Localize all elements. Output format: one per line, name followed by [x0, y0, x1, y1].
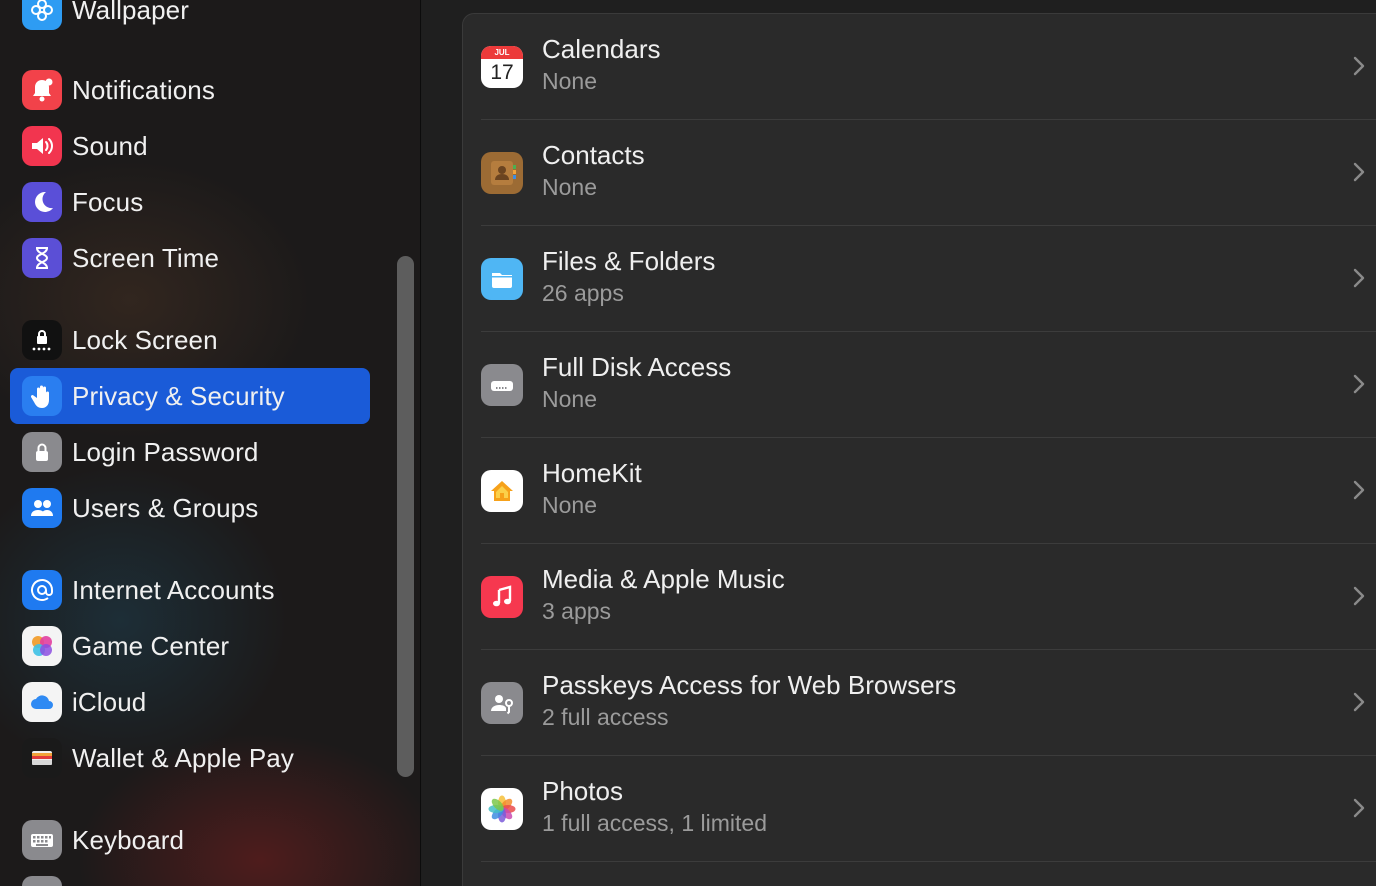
- sidebar-item-label: Game Center: [72, 630, 230, 661]
- sidebar-item-notifications[interactable]: Notifications: [10, 62, 370, 118]
- sidebar-item-label: Sound: [72, 130, 148, 161]
- chevron-right-icon: [1353, 480, 1365, 500]
- chevron-right-icon: [1353, 692, 1365, 712]
- row-title: Media & Apple Music: [542, 564, 785, 594]
- row-title: Calendars: [542, 34, 661, 64]
- sidebar-scrollbar[interactable]: [397, 256, 414, 777]
- sidebar-item-game-center[interactable]: Game Center: [10, 618, 370, 674]
- keyboard-icon: [22, 820, 62, 860]
- main-content: JUL 17 Calendars None Contacts None File…: [422, 0, 1376, 886]
- lock-screen-icon: [22, 320, 62, 360]
- speaker-icon: [22, 126, 62, 166]
- row-title: Photos: [542, 776, 623, 806]
- sidebar-item-internet-accounts[interactable]: Internet Accounts: [10, 562, 370, 618]
- row-title: Contacts: [542, 140, 645, 170]
- padlock-icon: [22, 432, 62, 472]
- sidebar-item-label: Users & Groups: [72, 492, 259, 523]
- row-divider: [481, 861, 1376, 862]
- sidebar-item-icloud[interactable]: iCloud: [10, 674, 370, 730]
- chevron-right-icon: [1353, 268, 1365, 288]
- row-subtitle: 26 apps: [542, 280, 624, 306]
- partial-item-icon: [22, 876, 62, 886]
- sidebar-item-label: Wallpaper: [72, 0, 189, 25]
- row-subtitle: None: [542, 492, 597, 518]
- moon-icon: [22, 182, 62, 222]
- row-subtitle: None: [542, 174, 597, 200]
- game-center-icon: [22, 626, 62, 666]
- row-title: Full Disk Access: [542, 352, 732, 382]
- privacy-row-homekit[interactable]: HomeKit None: [463, 438, 1376, 544]
- row-title: Passkeys Access for Web Browsers: [542, 670, 957, 700]
- chevron-right-icon: [1353, 56, 1365, 76]
- hourglass-icon: [22, 238, 62, 278]
- privacy-row-media-music[interactable]: Media & Apple Music 3 apps: [463, 544, 1376, 650]
- sidebar: Wallpaper Notifications Sound Focus Scre…: [0, 0, 421, 886]
- sidebar-item-partial[interactable]: [10, 868, 370, 886]
- sidebar-item-users-groups[interactable]: Users & Groups: [10, 480, 370, 536]
- calendar-icon: JUL 17: [481, 46, 523, 88]
- calendar-month: JUL: [481, 46, 523, 59]
- sidebar-item-label: Lock Screen: [72, 324, 218, 355]
- sidebar-item-sound[interactable]: Sound: [10, 118, 370, 174]
- chevron-right-icon: [1353, 798, 1365, 818]
- sidebar-item-label: iCloud: [72, 686, 147, 717]
- calendar-day: 17: [490, 61, 514, 84]
- home-icon: [481, 470, 523, 512]
- sidebar-item-label: Privacy & Security: [72, 380, 285, 411]
- sidebar-item-label: Notifications: [72, 74, 215, 105]
- sidebar-item-login-password[interactable]: Login Password: [10, 424, 370, 480]
- privacy-row-files-folders[interactable]: Files & Folders 26 apps: [463, 226, 1376, 332]
- wallet-icon: [22, 738, 62, 778]
- privacy-list-panel: JUL 17 Calendars None Contacts None File…: [462, 13, 1376, 886]
- photos-icon: [481, 788, 523, 830]
- privacy-row-full-disk-access[interactable]: Full Disk Access None: [463, 332, 1376, 438]
- chevron-right-icon: [1353, 586, 1365, 606]
- row-subtitle: 1 full access, 1 limited: [542, 810, 767, 836]
- sidebar-item-label: Screen Time: [72, 242, 220, 273]
- privacy-row-photos[interactable]: Photos 1 full access, 1 limited: [463, 756, 1376, 862]
- sidebar-item-lock-screen[interactable]: Lock Screen: [10, 312, 370, 368]
- privacy-row-passkeys[interactable]: Passkeys Access for Web Browsers 2 full …: [463, 650, 1376, 756]
- sidebar-item-label: Wallet & Apple Pay: [72, 742, 294, 773]
- chevron-right-icon: [1353, 374, 1365, 394]
- sidebar-item-screen-time[interactable]: Screen Time: [10, 230, 370, 286]
- row-subtitle: 3 apps: [542, 598, 612, 624]
- hand-icon: [22, 376, 62, 416]
- bell-icon: [22, 70, 62, 110]
- music-note-icon: [481, 576, 523, 618]
- sidebar-item-label: Keyboard: [72, 824, 185, 855]
- row-subtitle: None: [542, 68, 597, 94]
- wallpaper-icon: [22, 0, 62, 30]
- sidebar-item-label: Login Password: [72, 436, 259, 467]
- row-title: Files & Folders: [542, 246, 716, 276]
- row-subtitle: 2 full access: [542, 704, 669, 730]
- privacy-row-contacts[interactable]: Contacts None: [463, 120, 1376, 226]
- row-title: HomeKit: [542, 458, 642, 488]
- disk-icon: [481, 364, 523, 406]
- contacts-icon: [481, 152, 523, 194]
- users-icon: [22, 488, 62, 528]
- at-sign-icon: [22, 570, 62, 610]
- chevron-right-icon: [1353, 162, 1365, 182]
- cloud-icon: [22, 682, 62, 722]
- sidebar-item-keyboard[interactable]: Keyboard: [10, 812, 370, 868]
- folder-icon: [481, 258, 523, 300]
- sidebar-item-label: Focus: [72, 186, 144, 217]
- sidebar-item-focus[interactable]: Focus: [10, 174, 370, 230]
- row-subtitle: None: [542, 386, 597, 412]
- sidebar-item-label: Internet Accounts: [72, 574, 275, 605]
- sidebar-item-wallet[interactable]: Wallet & Apple Pay: [10, 730, 370, 786]
- sidebar-item-privacy-security[interactable]: Privacy & Security: [10, 368, 370, 424]
- privacy-row-calendars[interactable]: JUL 17 Calendars None: [463, 14, 1376, 120]
- sidebar-item-wallpaper[interactable]: Wallpaper: [10, 0, 370, 38]
- passkey-icon: [481, 682, 523, 724]
